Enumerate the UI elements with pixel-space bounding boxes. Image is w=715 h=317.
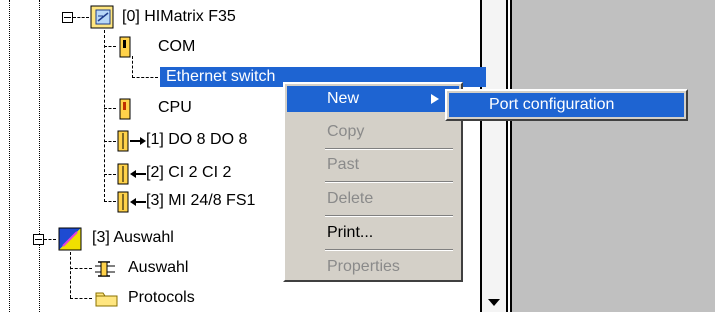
tree-connector	[70, 252, 71, 298]
module-icon	[119, 36, 131, 58]
menu-item-new[interactable]: New	[287, 86, 459, 112]
tree-connector	[104, 46, 116, 47]
menu-separator	[325, 215, 453, 217]
tree-item-auswahl[interactable]: Auswahl	[128, 258, 188, 278]
tree-connector	[104, 174, 116, 175]
tree-item-root[interactable]: [0] HIMatrix F35	[122, 7, 236, 27]
folder-icon	[95, 292, 118, 307]
tree-connector	[132, 56, 133, 78]
tree-item-protocols[interactable]: Protocols	[128, 288, 195, 308]
menu-item-label: Properties	[327, 258, 400, 275]
collapse-toggle[interactable]	[62, 12, 73, 23]
menu-item-delete[interactable]: Delete	[287, 186, 459, 212]
menu-item-port-configuration[interactable]: Port configuration	[449, 93, 684, 117]
controller-icon	[90, 5, 114, 29]
submenu: Port configuration	[445, 89, 688, 121]
menu-item-label: New	[327, 90, 360, 107]
tree-item-do8[interactable]: [1] DO 8 DO 8	[146, 130, 247, 150]
menu-item-properties[interactable]: Properties	[287, 254, 459, 280]
tree-connector	[104, 141, 116, 142]
module-icon	[119, 98, 131, 120]
menu-item-print[interactable]: Print...	[287, 220, 459, 246]
menu-separator	[325, 249, 453, 251]
menu-item-label: Port configuration	[489, 96, 615, 113]
tree-guide-line	[9, 0, 10, 312]
menu-item-copy[interactable]: Copy	[287, 119, 459, 145]
separator	[506, 0, 508, 312]
separator	[480, 0, 482, 312]
selection-icon	[58, 227, 82, 251]
tree-item-ci2[interactable]: [2] CI 2 CI 2	[146, 163, 231, 183]
tree-item-mi248[interactable]: [3] MI 24/8 FS1	[146, 191, 255, 211]
menu-item-label: Delete	[327, 190, 374, 207]
tree-item-com[interactable]: COM	[158, 37, 195, 57]
tree-item-cpu[interactable]: CPU	[158, 98, 192, 118]
menu-item-label: Copy	[327, 123, 365, 140]
menu-item-label: Print...	[327, 224, 374, 241]
tree-guide-line	[39, 0, 40, 312]
tree-connector	[44, 239, 56, 240]
tree-connector	[132, 77, 158, 78]
menu-item-label: Past	[327, 156, 360, 173]
collapse-toggle[interactable]	[33, 234, 44, 245]
tree-item-label: Ethernet switch	[166, 68, 276, 85]
tree-connector	[70, 298, 92, 299]
arrow-down-icon	[488, 299, 500, 306]
menu-separator	[325, 148, 453, 150]
right-panel	[512, 0, 715, 312]
menu-item-past[interactable]: Past	[287, 152, 459, 178]
tree-connector	[104, 108, 116, 109]
tree-connector	[73, 17, 89, 18]
scroll-down-button[interactable]	[484, 292, 504, 312]
tree-connector	[104, 30, 105, 202]
variable-icon	[95, 261, 115, 277]
context-menu: New Copy Past Delete Print... Properties	[283, 82, 463, 282]
tree-connector	[104, 201, 116, 202]
scrollbar-track[interactable]	[482, 0, 506, 312]
tree-item-auswahl-root[interactable]: [3] Auswahl	[92, 228, 174, 248]
tree-connector	[70, 268, 92, 269]
chevron-right-icon	[431, 94, 439, 104]
menu-separator	[325, 181, 453, 183]
separator	[510, 0, 512, 312]
